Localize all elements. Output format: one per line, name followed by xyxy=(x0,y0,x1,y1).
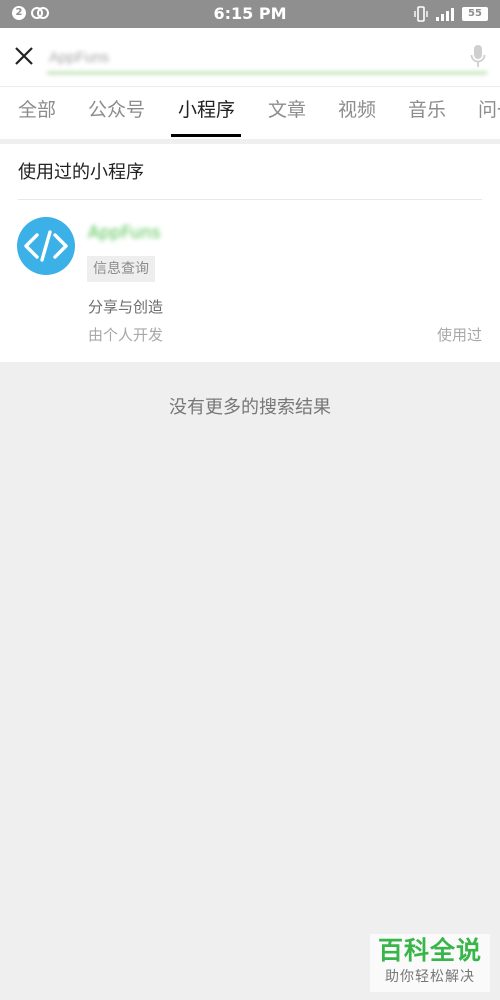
tab-official-accounts[interactable]: 公众号 xyxy=(88,87,145,139)
code-brackets-icon xyxy=(24,230,68,262)
watermark-subtitle: 助你轻松解决 xyxy=(385,969,475,985)
category-tag: 信息查询 xyxy=(87,256,155,282)
mini-program-avatar[interactable] xyxy=(17,217,75,275)
results-panel: 使用过的小程序 AppFuns 信息查询 分享与创造 由个人开发 使用过 xyxy=(0,144,500,362)
tab-music[interactable]: 音乐 xyxy=(408,87,446,139)
section-title: 使用过的小程序 xyxy=(18,162,144,183)
active-tab-indicator xyxy=(171,134,241,137)
watermark-logo: 百科全说 助你轻松解决 xyxy=(370,934,490,992)
microphone-icon[interactable] xyxy=(470,44,486,68)
tab-videos[interactable]: 视频 xyxy=(338,87,376,139)
tab-all[interactable]: 全部 xyxy=(18,87,56,139)
no-more-results: 没有更多的搜索结果 xyxy=(169,397,331,418)
search-bar xyxy=(0,28,500,86)
search-input[interactable] xyxy=(47,42,487,74)
status-bar: 2 6:15 PM 55 xyxy=(0,0,500,28)
category-tabs: 全部 公众号 小程序 文章 视频 音乐 问一 xyxy=(0,86,500,139)
developer-info: 由个人开发 xyxy=(88,326,164,344)
watermark-title: 百科全说 xyxy=(377,936,482,965)
vibrate-icon xyxy=(414,6,428,22)
section-divider xyxy=(18,199,482,200)
signal-icon xyxy=(436,8,454,21)
close-icon[interactable] xyxy=(12,44,36,68)
tab-articles[interactable]: 文章 xyxy=(268,87,306,139)
tab-qa[interactable]: 问一 xyxy=(478,87,500,139)
mini-program-description: 分享与创造 xyxy=(88,298,164,316)
used-status: 使用过 xyxy=(436,326,482,344)
status-right: 55 xyxy=(414,6,488,22)
tab-mini-programs[interactable]: 小程序 xyxy=(178,87,235,139)
mini-program-name[interactable]: AppFuns xyxy=(88,223,160,243)
battery-indicator: 55 xyxy=(462,7,488,21)
